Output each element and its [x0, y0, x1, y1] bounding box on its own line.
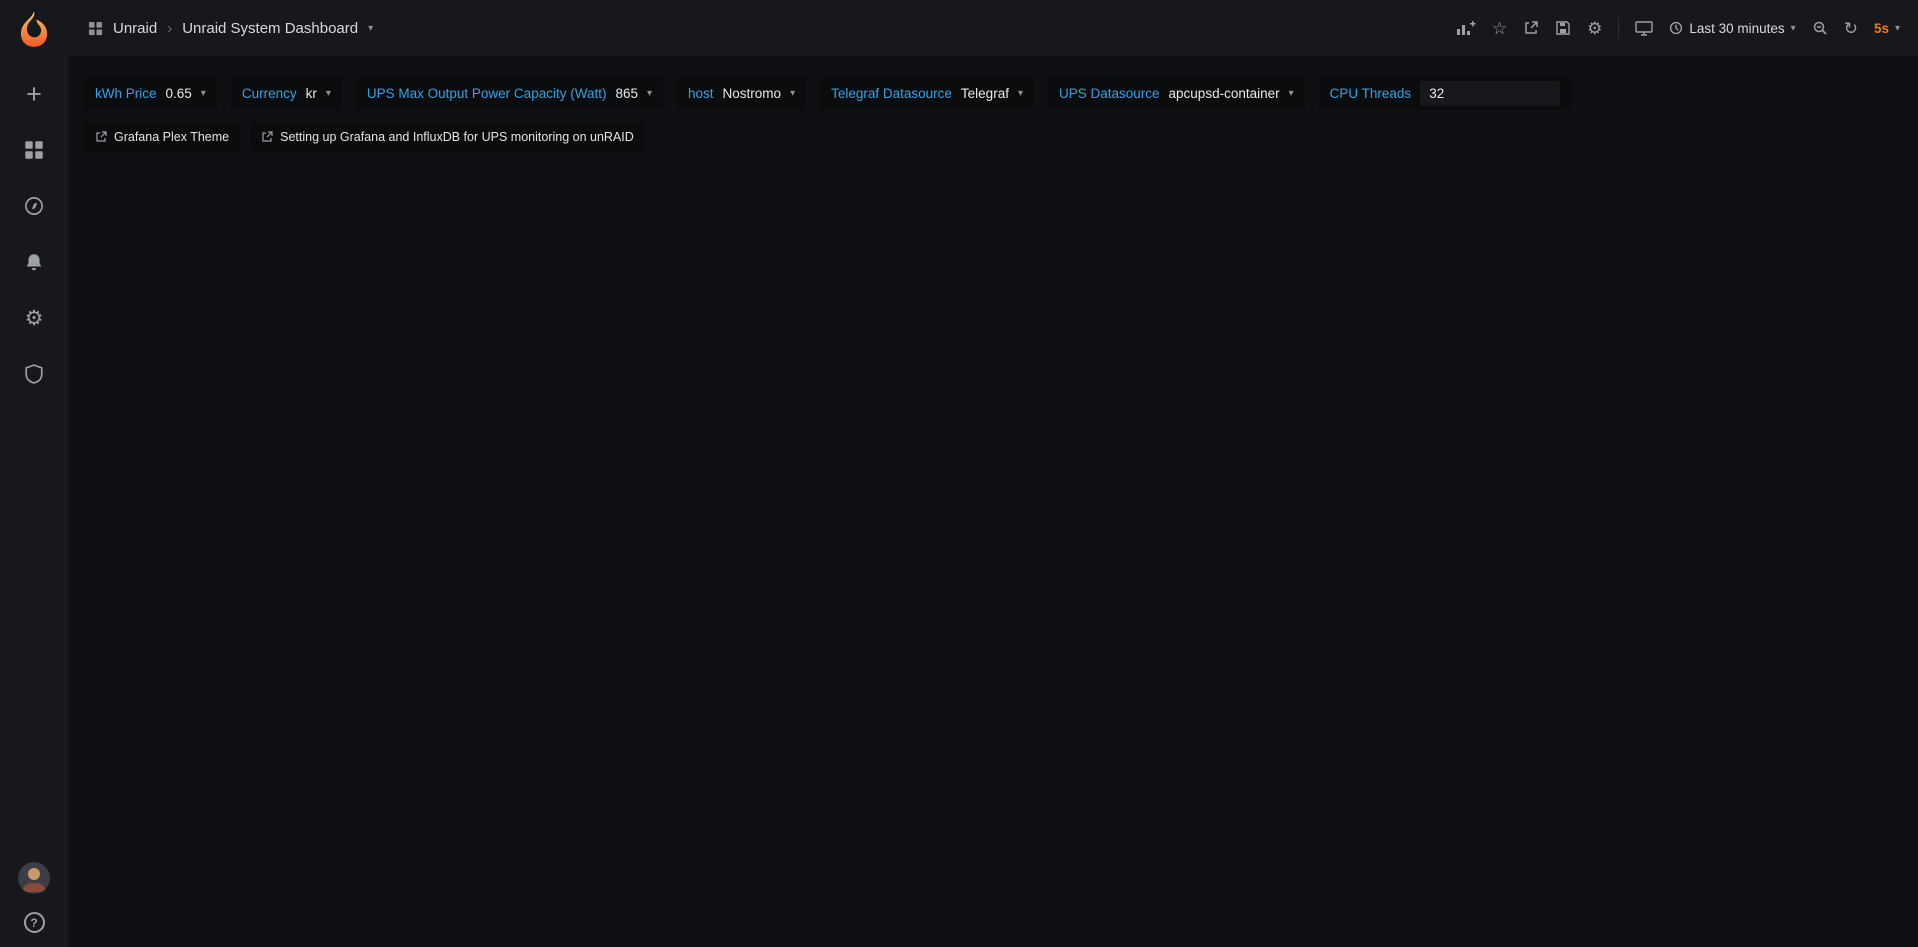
sidebar-nav: + ⚙ ?	[0, 0, 68, 947]
time-range-label: Last 30 minutes	[1689, 21, 1784, 36]
variable-label: Telegraf Datasource	[831, 86, 952, 101]
external-link-icon	[95, 131, 107, 143]
variable-ups-max-output-power-capacity-watt[interactable]: UPS Max Output Power Capacity (Watt) 865 ▾	[356, 76, 663, 110]
dashboard-link-setting-up-grafana-and-influxdb-for-ups-monitoring-on-unraid[interactable]: Setting up Grafana and InfluxDB for UPS …	[250, 122, 645, 152]
breadcrumb-dashboard[interactable]: Unraid System Dashboard	[182, 20, 358, 37]
refresh-interval-picker[interactable]: 5s ▾	[1874, 21, 1900, 36]
variable-telegraf-datasource[interactable]: Telegraf Datasource Telegraf ▾	[820, 76, 1034, 110]
refresh-interval-label: 5s	[1874, 21, 1889, 36]
variable-ups-datasource[interactable]: UPS Datasource apcupsd-container ▾	[1048, 76, 1305, 110]
external-link-icon	[95, 131, 107, 143]
variable-label: host	[688, 86, 714, 101]
breadcrumb-folder[interactable]: Unraid	[113, 20, 157, 37]
create-add-icon[interactable]: +	[18, 78, 50, 110]
dashboards-icon[interactable]	[18, 134, 50, 166]
chevron-down-icon: ▾	[1895, 23, 1900, 34]
variable-cpu-threads[interactable]: CPU Threads 32	[1319, 76, 1572, 110]
grafana-logo[interactable]	[15, 10, 53, 48]
dashboard-link-grafana-plex-theme[interactable]: Grafana Plex Theme	[84, 122, 240, 152]
dashboard-submenu: kWh Price0.65▾Currencykr▾UPS Max Output …	[68, 56, 1918, 164]
grafana-flame-icon	[15, 10, 53, 48]
help-icon[interactable]: ?	[24, 912, 45, 933]
variable-label: Currency	[242, 86, 297, 101]
variable-value[interactable]: Telegraf	[961, 86, 1009, 101]
variable-label: UPS Datasource	[1059, 86, 1160, 101]
star-icon[interactable]: ☆	[1492, 20, 1507, 37]
add-panel-icon[interactable]	[1456, 20, 1476, 36]
server-admin-shield-icon[interactable]	[18, 358, 50, 390]
chevron-down-icon: ▾	[647, 88, 652, 99]
external-link-icon	[261, 131, 273, 143]
external-link-icon	[261, 131, 273, 143]
variable-value[interactable]: kr	[306, 86, 317, 101]
configuration-gear-icon[interactable]: ⚙	[18, 302, 50, 334]
variable-currency[interactable]: Currency kr ▾	[231, 76, 342, 110]
chevron-down-icon: ▾	[790, 88, 795, 99]
clock-icon	[1669, 21, 1683, 35]
chevron-down-icon: ▾	[326, 88, 331, 99]
variable-input[interactable]: 32	[1420, 81, 1560, 106]
chevron-down-icon: ▾	[201, 88, 206, 99]
grafana-app: + ⚙ ?	[0, 0, 1918, 947]
variable-host[interactable]: host Nostromo ▾	[677, 76, 806, 110]
user-avatar[interactable]	[18, 862, 50, 894]
top-nav: Unraid › Unraid System Dashboard ▾ ☆ ⚙	[68, 0, 1918, 56]
chevron-down-icon: ▾	[1289, 88, 1294, 99]
chevron-down-icon[interactable]: ▾	[368, 23, 373, 34]
help-glyph: ?	[30, 916, 37, 930]
zoom-out-icon[interactable]	[1812, 20, 1828, 36]
breadcrumb-separator: ›	[167, 20, 172, 37]
variable-value[interactable]: 865	[615, 86, 638, 101]
apps-grid-icon[interactable]	[88, 21, 103, 36]
variable-label: kWh Price	[95, 86, 157, 101]
alerting-bell-icon[interactable]	[18, 246, 50, 278]
time-range-picker[interactable]: Last 30 minutes ▾	[1669, 21, 1795, 36]
refresh-icon[interactable]: ↻	[1844, 20, 1858, 37]
explore-compass-icon[interactable]	[18, 190, 50, 222]
variable-value[interactable]: apcupsd-container	[1169, 86, 1280, 101]
chevron-down-icon: ▾	[1791, 23, 1796, 34]
share-icon[interactable]	[1523, 20, 1539, 36]
variable-label: CPU Threads	[1330, 86, 1412, 101]
section-ups-stats[interactable]: UPS Stats	[83, 164, 85, 167]
variable-value[interactable]: Nostromo	[723, 86, 782, 101]
dashboard-links-row: Grafana Plex Theme Setting up Grafana and…	[84, 122, 1900, 152]
link-label: Setting up Grafana and InfluxDB for UPS …	[280, 130, 634, 144]
tv-mode-icon[interactable]	[1635, 20, 1653, 36]
chevron-down-icon: ▾	[1018, 88, 1023, 99]
dashboard-canvas: UPS Stats UPS Load % Last 12 hours Perce…	[68, 164, 93, 167]
variable-value[interactable]: 0.65	[166, 86, 192, 101]
variable-kwh-price[interactable]: kWh Price 0.65 ▾	[84, 76, 217, 110]
link-label: Grafana Plex Theme	[114, 130, 229, 144]
settings-gear-icon[interactable]: ⚙	[1587, 20, 1602, 37]
variable-label: UPS Max Output Power Capacity (Watt)	[367, 86, 607, 101]
nav-divider	[1618, 18, 1619, 38]
save-icon[interactable]	[1555, 20, 1571, 36]
variable-row: kWh Price0.65▾Currencykr▾UPS Max Output …	[84, 76, 1900, 110]
